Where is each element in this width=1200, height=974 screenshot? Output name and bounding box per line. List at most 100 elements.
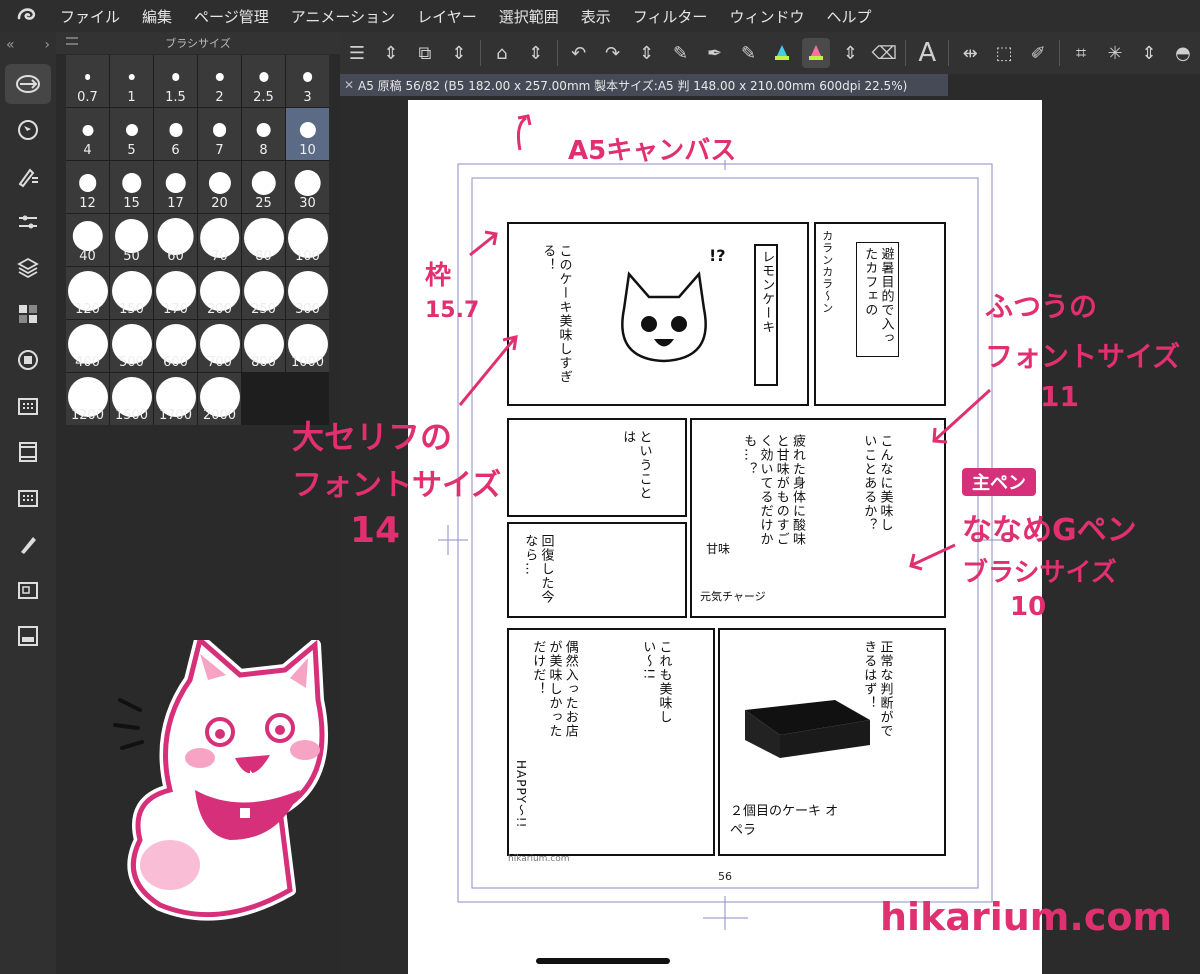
tool-property-icon[interactable]	[5, 156, 51, 196]
brush-size-cell[interactable]: 100	[286, 214, 329, 266]
fill-cyan-icon[interactable]	[769, 38, 797, 68]
collapse-right-icon[interactable]: ›	[44, 37, 50, 53]
brush-size-cell[interactable]: 40	[66, 214, 109, 266]
brush-size-cell[interactable]: 1	[110, 55, 153, 107]
brush-size-cell[interactable]: 10	[286, 108, 329, 160]
stepper-icon[interactable]: ⇕	[1135, 38, 1163, 68]
brush-size-label: 8	[259, 143, 268, 158]
brush-size-cell[interactable]: 1.5	[154, 55, 197, 107]
brush-size-cell[interactable]: 5	[110, 108, 153, 160]
brush-size-cell[interactable]: 250	[242, 267, 285, 319]
brush-size-cell[interactable]: 1200	[66, 373, 109, 425]
brush-size-cell[interactable]: 1500	[110, 373, 153, 425]
brush-size-cell[interactable]: 2	[198, 55, 241, 107]
brush-size-cell[interactable]: 20	[198, 161, 241, 213]
stepper-icon[interactable]: ⇕	[377, 38, 405, 68]
undo-icon[interactable]: ↶	[565, 38, 593, 68]
brush-size-cell[interactable]: 8	[242, 108, 285, 160]
brush-size-cell[interactable]: 15	[110, 161, 153, 213]
material-icon[interactable]	[5, 386, 51, 426]
text-tool-icon[interactable]: A	[913, 38, 941, 68]
brush-preview-dot-icon	[121, 173, 142, 193]
brush-size-cell[interactable]: 300	[286, 267, 329, 319]
pen-icon[interactable]: ✎	[667, 38, 695, 68]
menu-view[interactable]: 表示	[581, 6, 611, 27]
brush-size-cell[interactable]: 2000	[198, 373, 241, 425]
stepper-icon[interactable]: ⇕	[522, 38, 550, 68]
navigator-icon[interactable]	[5, 110, 51, 150]
page-manager-icon[interactable]	[5, 570, 51, 610]
brush-size-cell[interactable]: 80	[242, 214, 285, 266]
brush-size-cell[interactable]: 4	[66, 108, 109, 160]
brush-size-cell[interactable]: 500	[110, 320, 153, 372]
menu-filter[interactable]: フィルター	[633, 6, 708, 27]
fill-pink-icon[interactable]	[802, 38, 831, 68]
brush-size-label: 800	[251, 355, 276, 370]
brush-size-cell[interactable]: 800	[242, 320, 285, 372]
selection-rect-icon[interactable]: ⬚	[990, 38, 1018, 68]
brush-size-cell[interactable]: 50	[110, 214, 153, 266]
brush-size-cell[interactable]: 0.7	[66, 55, 109, 107]
brush-size-cell[interactable]: 25	[242, 161, 285, 213]
crop-icon[interactable]: ⌗	[1067, 38, 1095, 68]
brush-size-cell[interactable]: 7	[198, 108, 241, 160]
menu-help[interactable]: ヘルプ	[826, 6, 871, 27]
transform-icon[interactable]: ⧉	[411, 38, 439, 68]
flip-icon[interactable]: ⇹	[956, 38, 984, 68]
brush-size-cell[interactable]: 170	[154, 267, 197, 319]
timeline-icon[interactable]	[5, 432, 51, 472]
home-indicator[interactable]	[536, 958, 670, 964]
material-grid-icon[interactable]	[5, 478, 51, 518]
document-info: A5 原稿 56/82 (B5 182.00 x 257.00mm 製本サイズ:…	[358, 78, 908, 93]
stepper-icon[interactable]: ⇕	[836, 38, 864, 68]
stepper-icon[interactable]: ⇕	[633, 38, 661, 68]
brush-size-cell[interactable]: 150	[110, 267, 153, 319]
brush-size-cell[interactable]: 30	[286, 161, 329, 213]
sliders-icon[interactable]	[5, 202, 51, 242]
brush-size-cell[interactable]: 2.5	[242, 55, 285, 107]
clip-studio-logo-icon[interactable]	[12, 1, 42, 31]
document-tab[interactable]: ✕ A5 原稿 56/82 (B5 182.00 x 257.00mm 製本サイ…	[340, 74, 948, 96]
menu-layer[interactable]: レイヤー	[417, 6, 477, 27]
brush-size-cell[interactable]: 3	[286, 55, 329, 107]
brush-size-cell[interactable]: 12	[66, 161, 109, 213]
color-set-icon[interactable]	[5, 294, 51, 334]
tray-icon[interactable]: ⌂	[488, 38, 516, 68]
brush-size-label: 2000	[202, 408, 237, 423]
brush-size-cell[interactable]: 60	[154, 214, 197, 266]
fill-bucket-icon[interactable]: ◓	[1169, 38, 1197, 68]
brush-size-cell[interactable]: 400	[66, 320, 109, 372]
loading-icon[interactable]: ✳	[1101, 38, 1129, 68]
redo-icon[interactable]: ↷	[599, 38, 627, 68]
menu-icon[interactable]: ☰	[343, 38, 371, 68]
brush-size-cell[interactable]: 1700	[154, 373, 197, 425]
brush-size-cell[interactable]: 700	[198, 320, 241, 372]
menu-selection[interactable]: 選択範囲	[499, 6, 559, 27]
layer-property-icon[interactable]	[5, 340, 51, 380]
brush-size-tab-icon[interactable]	[5, 64, 51, 104]
menu-edit[interactable]: 編集	[142, 6, 172, 27]
brush-size-cell[interactable]: 600	[154, 320, 197, 372]
menu-window[interactable]: ウィンドウ	[729, 6, 804, 27]
brush-size-cell[interactable]: 200	[198, 267, 241, 319]
brush-size-cell[interactable]: 1000	[286, 320, 329, 372]
menu-page-management[interactable]: ページ管理	[194, 6, 269, 27]
brush-size-cell[interactable]: 6	[154, 108, 197, 160]
layers-icon[interactable]	[5, 248, 51, 288]
eyedropper-icon[interactable]: ✐	[1024, 38, 1052, 68]
manuscript-page[interactable]: このケーキ美味しすぎる！ レモンケーキ !? 避暑目的で入ったカフェの カランカ…	[408, 100, 1042, 974]
brush-size-cell[interactable]: 120	[66, 267, 109, 319]
close-document-icon[interactable]: ✕	[344, 78, 358, 92]
drag-handle-icon[interactable]	[66, 37, 78, 45]
eraser-icon[interactable]: ⌫	[870, 38, 898, 68]
pen-icon[interactable]: ✎	[735, 38, 763, 68]
brush-size-cell[interactable]: 17	[154, 161, 197, 213]
menu-file[interactable]: ファイル	[60, 6, 120, 27]
collapse-left-icon[interactable]: «	[6, 37, 15, 53]
pen-icon[interactable]: ✒	[701, 38, 729, 68]
pen-sub-tool-icon[interactable]	[5, 524, 51, 564]
menu-animation[interactable]: アニメーション	[291, 6, 395, 27]
stepper-icon[interactable]: ⇕	[445, 38, 473, 68]
panel-layout-icon[interactable]	[5, 616, 51, 656]
brush-size-cell[interactable]: 70	[198, 214, 241, 266]
